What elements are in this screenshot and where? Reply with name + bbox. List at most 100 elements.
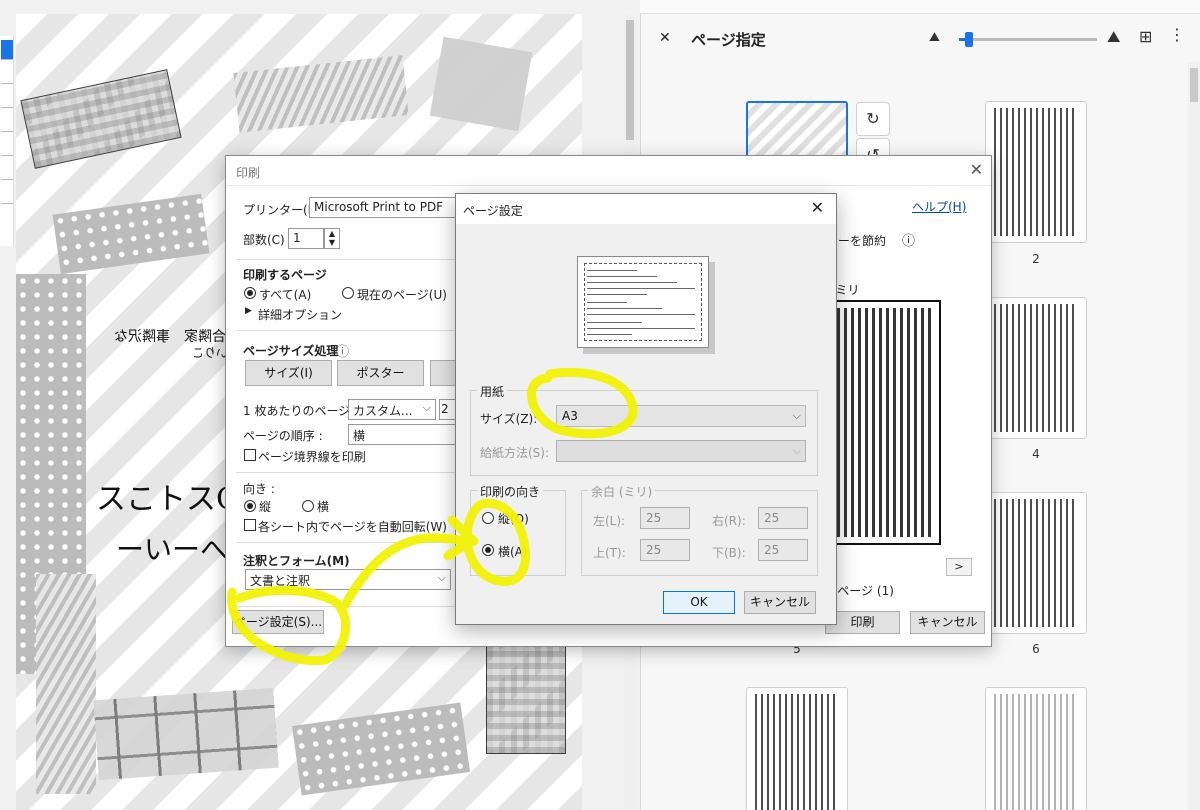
page-number: 2 xyxy=(1032,252,1040,266)
landscape-radio[interactable] xyxy=(482,544,494,556)
separator xyxy=(236,259,456,260)
help-link[interactable]: ヘルプ(H) xyxy=(912,198,966,215)
annotations-select[interactable]: 文書と注釈 ⌵ xyxy=(245,569,451,590)
size-button[interactable]: サイズ(I) xyxy=(245,360,332,386)
zoom-slider[interactable] xyxy=(959,32,1097,47)
margin-left-input[interactable]: 25 xyxy=(640,507,690,529)
cancel-button[interactable]: キャンセル xyxy=(910,611,985,634)
orientation-legend: 印刷の向き xyxy=(477,483,544,500)
margins-group: 余白 (ミリ) xyxy=(581,483,818,576)
pages-current-radio[interactable] xyxy=(342,287,354,299)
detail-options-link[interactable]: 詳細オプション xyxy=(258,306,342,323)
highlight-tool-icon[interactable] xyxy=(1,112,13,132)
close-icon[interactable]: ✕ xyxy=(970,160,983,179)
orientation-landscape-radio[interactable] xyxy=(302,500,314,512)
panel-title: ページ指定 xyxy=(691,31,766,49)
close-icon[interactable]: ✕ xyxy=(811,198,824,217)
page-thumbnail[interactable] xyxy=(985,297,1087,439)
size-label: サイズ(Z): xyxy=(480,412,538,426)
print-dialog-title: 印刷 xyxy=(236,166,261,180)
handwritten-line: ーいーへ xyxy=(116,533,229,566)
margin-left-label: 左(L): xyxy=(593,514,626,528)
dropdown-arrow-icon: ⌵ xyxy=(437,571,446,584)
pages-heading: 印刷するページ xyxy=(243,268,327,282)
print-dialog-titlebar: 印刷 ✕ xyxy=(226,156,991,186)
margin-right-input[interactable]: 25 xyxy=(758,507,808,529)
copies-input[interactable]: 1 xyxy=(288,228,324,249)
page-thumbnail[interactable] xyxy=(746,687,848,810)
portrait-radio[interactable] xyxy=(482,512,494,524)
margin-right-label: 右(R): xyxy=(712,514,746,528)
margin-top-label: 上(T): xyxy=(593,546,626,560)
print-border-checkbox[interactable] xyxy=(244,449,256,461)
page-thumbnail[interactable] xyxy=(985,492,1087,634)
paper-size-select[interactable]: A3 ⌵ xyxy=(556,405,806,427)
page-thumbnail[interactable] xyxy=(985,687,1087,810)
pages-all-radio[interactable] xyxy=(244,287,256,299)
annotations-heading: 注釈とフォーム(M) xyxy=(243,554,350,568)
page-setup-button[interactable]: ページ設定(S)... xyxy=(232,610,324,634)
stamp-tool-icon[interactable] xyxy=(1,160,13,180)
crop-tool-icon[interactable] xyxy=(1,64,13,84)
zoom-in-mountain-icon[interactable]: ⛰ xyxy=(1107,27,1120,47)
margin-bottom-input[interactable]: 25 xyxy=(758,539,808,561)
orientation-landscape-label: 横 xyxy=(317,500,330,514)
sample-page-preview xyxy=(577,256,709,348)
auto-rotate-label: 各シート内でページを自動回転(W) xyxy=(258,520,447,534)
tape-decoration xyxy=(36,574,96,794)
zoom-out-mountain-icon[interactable]: ⛰ xyxy=(929,30,940,45)
orientation-portrait-radio[interactable] xyxy=(244,500,256,512)
auto-rotate-checkbox[interactable] xyxy=(244,519,256,531)
paper-source-select[interactable]: ⌵ xyxy=(556,440,806,462)
select-tool-icon[interactable] xyxy=(1,40,13,60)
page-number: 4 xyxy=(1032,447,1040,461)
landscape-label: 横(A) xyxy=(498,545,528,559)
handwritten-line: スこトスC xyxy=(96,482,239,517)
dropdown-arrow-icon: ⌵ xyxy=(792,409,801,422)
separator xyxy=(236,542,456,543)
separator xyxy=(236,330,456,331)
info-icon[interactable]: ⓘ xyxy=(902,230,915,249)
margin-right-value: 25 xyxy=(764,511,780,525)
tape-decoration xyxy=(486,634,566,754)
orientation-label: 向き : xyxy=(243,482,275,496)
page-thumbnail[interactable] xyxy=(985,101,1087,243)
ok-button[interactable]: OK xyxy=(663,591,735,614)
annotations-value: 文書と注釈 xyxy=(250,574,311,588)
pages-per-sheet-select[interactable]: カスタム... ⌵ xyxy=(348,399,436,420)
insert-page-icon[interactable]: ⊞ xyxy=(1139,27,1152,46)
expand-arrow-icon[interactable]: ▶ xyxy=(245,306,252,316)
page-order-select[interactable]: 横 xyxy=(348,424,456,445)
scrollbar-thumb[interactable] xyxy=(626,20,634,140)
left-toolbar xyxy=(0,36,14,246)
paper-group: 用紙 xyxy=(470,383,818,476)
poster-button[interactable]: ポスター xyxy=(337,360,424,386)
copies-label: 部数(C) : xyxy=(243,233,293,247)
scrollbar-thumb[interactable] xyxy=(1190,68,1198,102)
dropdown-arrow-icon: ⌵ xyxy=(792,444,801,457)
tape-decoration xyxy=(233,55,409,133)
margin-bottom-value: 25 xyxy=(764,543,780,557)
pages-current-label: 現在のページ(U) xyxy=(357,288,447,302)
next-page-button[interactable]: > xyxy=(946,558,972,576)
pages-per-sheet-count[interactable]: 2 xyxy=(439,399,456,420)
orientation-group: 印刷の向き xyxy=(470,483,566,576)
zoom-slider-thumb[interactable] xyxy=(964,32,973,47)
paper-legend: 用紙 xyxy=(477,383,508,400)
more-icon[interactable]: ⋮ xyxy=(1169,25,1185,44)
info-icon[interactable]: ⓘ xyxy=(336,341,349,360)
setup-cancel-button[interactable]: キャンセル xyxy=(744,591,816,614)
multiple-button[interactable] xyxy=(430,360,456,386)
margin-top-input[interactable]: 25 xyxy=(640,539,690,561)
shape-tool-icon[interactable] xyxy=(1,136,13,156)
copies-spinner[interactable]: ▲ ▼ xyxy=(324,228,340,249)
rotate-cw-icon[interactable]: ↻ xyxy=(856,102,890,136)
print-preview xyxy=(829,300,941,545)
printer-value: Microsoft Print to PDF xyxy=(314,200,444,214)
sign-tool-icon[interactable] xyxy=(1,184,13,204)
panel-scrollbar[interactable] xyxy=(1188,62,1200,810)
pen-tool-icon[interactable] xyxy=(1,88,13,108)
printer-select[interactable]: Microsoft Print to PDF xyxy=(309,197,459,218)
page-order-label: ページの順序 : xyxy=(243,429,323,443)
close-icon[interactable]: ✕ xyxy=(659,30,671,46)
